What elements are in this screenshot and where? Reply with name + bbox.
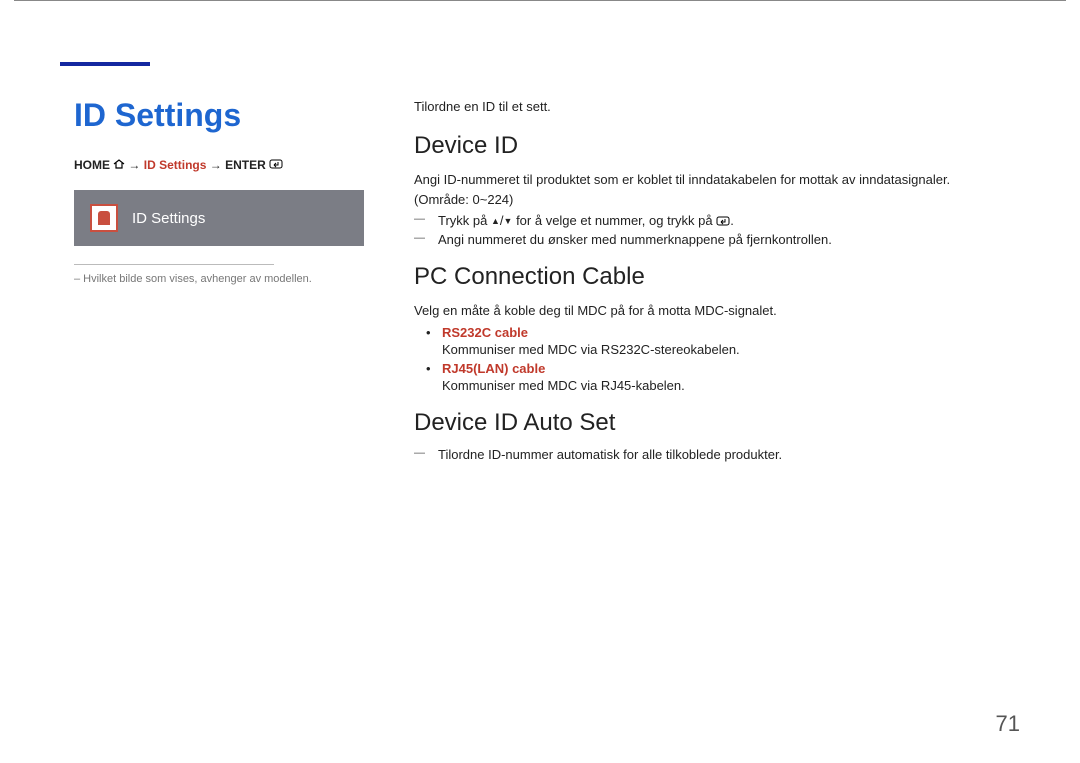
option-rj45: RJ45(LAN) cable [442,361,545,376]
section-heading-auto-set: Device ID Auto Set [414,409,1006,437]
list-item: Angi nummeret du ønsker med nummerknappe… [434,232,1006,247]
page-number: 71 [996,711,1020,737]
auto-set-list: Tilordne ID-nummer automatisk for alle t… [414,447,1006,462]
device-id-body: Angi ID-nummeret til produktet som er ko… [414,170,1006,209]
breadcrumb-arrow: → [128,158,140,172]
li-text: Trykk på [438,213,491,228]
up-triangle-icon: ▲ [491,216,500,226]
section-heading-pc-cable: PC Connection Cable [414,263,1006,291]
page-title: ID Settings [74,97,374,134]
device-id-list: Trykk på ▲/▼ for å velge et nummer, og t… [414,213,1006,247]
enter-icon [269,160,283,172]
pc-cable-body: Velg en måte å koble deg til MDC på for … [414,301,1006,321]
list-item: RS232C cable Kommuniser med MDC via RS23… [442,325,1006,357]
divider [74,264,274,265]
breadcrumb: HOME → ID Settings → ENTER [74,158,374,172]
list-item: RJ45(LAN) cable Kommuniser med MDC via R… [442,361,1006,393]
list-item: Tilordne ID-nummer automatisk for alle t… [434,447,1006,462]
page-container: ID Settings HOME → ID Settings → ENTER I… [14,0,1066,518]
enter-icon [716,213,730,228]
id-card-icon [90,204,118,232]
model-note: – Hvilket bilde som vises, avhenger av m… [74,273,374,285]
li-text: . [730,213,734,228]
section-heading-device-id: Device ID [414,132,1006,160]
option-rj45-desc: Kommuniser med MDC via RJ45-kabelen. [442,376,1006,393]
breadcrumb-idsettings: ID Settings [144,158,207,172]
breadcrumb-arrow: → [210,158,222,172]
menu-card: ID Settings [74,190,364,246]
left-column: ID Settings HOME → ID Settings → ENTER I… [74,71,414,478]
right-column: Tilordne en ID til et sett. Device ID An… [414,71,1006,478]
list-item: Trykk på ▲/▼ for å velge et nummer, og t… [434,213,1006,228]
intro-text: Tilordne en ID til et sett. [414,99,1006,114]
accent-bar [60,62,150,66]
option-rs232c-desc: Kommuniser med MDC via RS232C-stereokabe… [442,340,1006,357]
menu-card-label: ID Settings [132,210,205,227]
option-rs232c: RS232C cable [442,325,528,340]
breadcrumb-home: HOME [74,158,110,172]
pc-cable-options: RS232C cable Kommuniser med MDC via RS23… [414,325,1006,393]
home-icon [113,160,128,172]
li-text: for å velge et nummer, og trykk på [512,213,716,228]
breadcrumb-enter: ENTER [225,158,266,172]
